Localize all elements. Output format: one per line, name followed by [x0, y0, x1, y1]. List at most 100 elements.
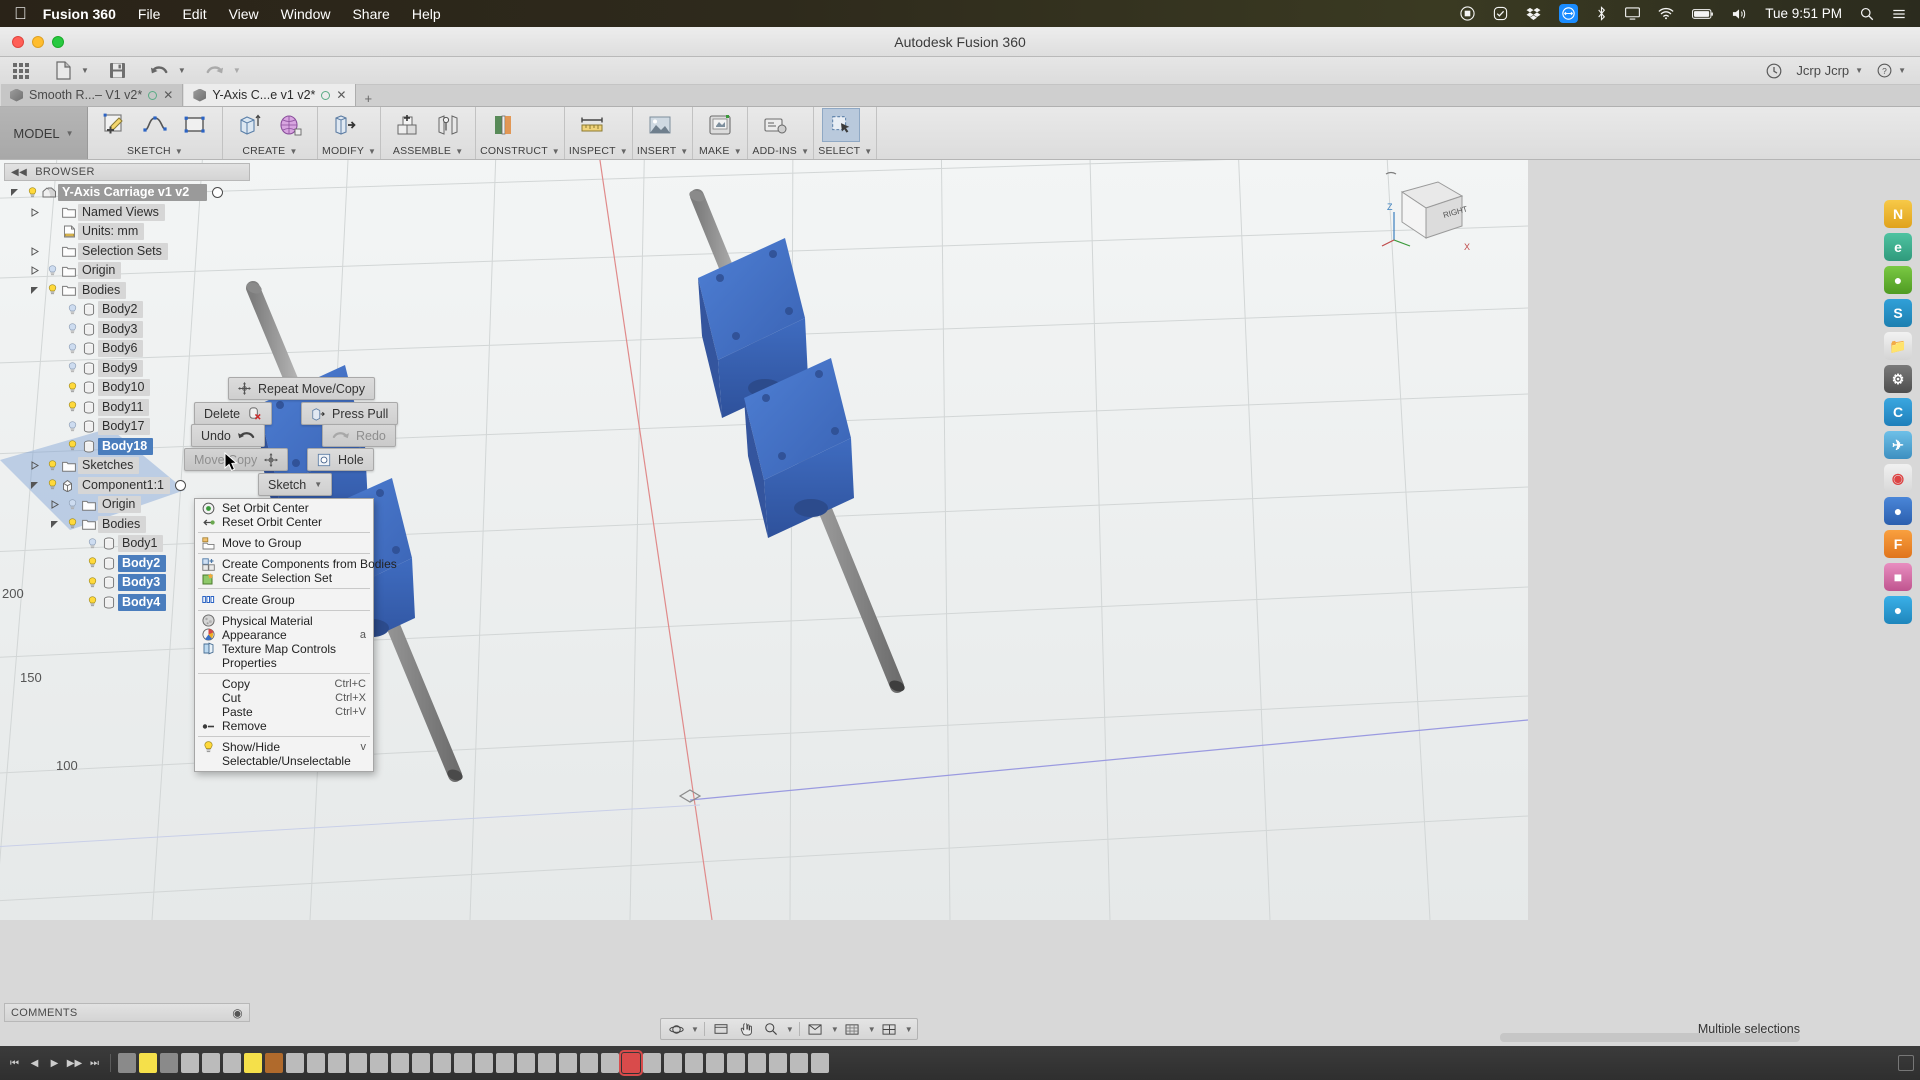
- timeline-feature[interactable]: [580, 1053, 598, 1073]
- go-start-icon[interactable]: ⏮: [6, 1053, 23, 1073]
- browser-tree-item[interactable]: Body2: [4, 300, 254, 320]
- select-icon[interactable]: [822, 108, 860, 142]
- visibility-bulb-icon[interactable]: [84, 557, 100, 569]
- chevron-right-icon[interactable]: [50, 500, 64, 509]
- document-tab-smooth-r[interactable]: Smooth R...– V1 v2* ✕: [0, 84, 183, 106]
- dock-app-files-icon[interactable]: 📁: [1884, 332, 1912, 360]
- context-menu-item[interactable]: Reset Orbit Center: [195, 515, 373, 529]
- timeline-feature[interactable]: [391, 1053, 409, 1073]
- help-menu[interactable]: ? ▼: [1877, 63, 1906, 78]
- control-center-icon[interactable]: [1892, 7, 1906, 21]
- context-menu-item[interactable]: Properties: [195, 656, 373, 670]
- browser-tree-item[interactable]: Body6: [4, 339, 254, 359]
- visibility-bulb-icon[interactable]: [84, 538, 100, 550]
- context-menu-item[interactable]: Show/Hidev: [195, 740, 373, 754]
- timeline-feature[interactable]: [349, 1053, 367, 1073]
- ribbon-group-label[interactable]: MAKE ▼: [697, 145, 743, 159]
- menu-window[interactable]: Window: [281, 6, 331, 22]
- visibility-bulb-icon[interactable]: [64, 518, 80, 530]
- apple-menu-icon[interactable]: : [14, 5, 27, 22]
- browser-tree-item[interactable]: Selection Sets: [4, 242, 254, 262]
- timeline-feature[interactable]: [412, 1053, 430, 1073]
- dock-app-evernote-icon[interactable]: e: [1884, 233, 1912, 261]
- checkmark-icon[interactable]: [1493, 6, 1508, 21]
- browser-tree-item[interactable]: Component1:1: [4, 476, 254, 496]
- browser-tree-item[interactable]: Bodies: [4, 281, 254, 301]
- display-chevron-down-icon[interactable]: ▼: [831, 1025, 839, 1034]
- timeline-feature[interactable]: [706, 1053, 724, 1073]
- visibility-bulb-icon[interactable]: [44, 265, 60, 277]
- visibility-bulb-icon[interactable]: [24, 187, 40, 199]
- menu-share[interactable]: Share: [352, 6, 389, 22]
- activate-component-radio[interactable]: [175, 480, 186, 491]
- timeline-feature[interactable]: [202, 1053, 220, 1073]
- dock-app-chrome-icon[interactable]: ◉: [1884, 464, 1912, 492]
- chevron-right-icon[interactable]: [30, 208, 44, 217]
- marking-menu-press-pull[interactable]: Press Pull: [301, 402, 398, 425]
- teamviewer-icon[interactable]: [1559, 4, 1578, 23]
- history-icon[interactable]: [1766, 63, 1782, 79]
- timeline-feature[interactable]: [181, 1053, 199, 1073]
- orbit-chevron-down-icon[interactable]: ▼: [691, 1025, 699, 1034]
- menu-view[interactable]: View: [229, 6, 259, 22]
- context-menu-item[interactable]: Create Selection Set: [195, 571, 373, 585]
- viewports-icon[interactable]: [879, 1020, 901, 1038]
- timeline-feature[interactable]: [118, 1053, 136, 1073]
- dock-app-settings-icon[interactable]: ⚙: [1884, 365, 1912, 393]
- scripts-icon[interactable]: [756, 108, 794, 142]
- visibility-bulb-icon[interactable]: [64, 499, 80, 511]
- bluetooth-icon[interactable]: [1596, 6, 1607, 21]
- record-icon[interactable]: [1460, 6, 1475, 21]
- timeline-feature[interactable]: [454, 1053, 472, 1073]
- comments-panel-header[interactable]: COMMENTS ◉: [4, 1003, 250, 1022]
- marking-menu-undo[interactable]: Undo: [191, 424, 265, 447]
- look-at-icon[interactable]: [710, 1020, 732, 1038]
- timeline-feature[interactable]: [496, 1053, 514, 1073]
- visibility-bulb-icon[interactable]: [44, 479, 60, 491]
- display-settings-icon[interactable]: [805, 1020, 827, 1038]
- timeline-feature[interactable]: [643, 1053, 661, 1073]
- timeline-feature[interactable]: [727, 1053, 745, 1073]
- dropbox-icon[interactable]: [1526, 7, 1541, 21]
- step-forward-icon[interactable]: ▶▶: [66, 1053, 83, 1073]
- user-account-menu[interactable]: Jcrp Jcrp ▼: [1796, 63, 1863, 78]
- document-tab-y-axis-carriage[interactable]: Y-Axis C...e v1 v2* ✕: [183, 84, 356, 106]
- new-component-icon[interactable]: [389, 108, 427, 142]
- timeline-feature[interactable]: [517, 1053, 535, 1073]
- timeline-feature[interactable]: [538, 1053, 556, 1073]
- horizontal-scrollbar[interactable]: [1500, 1033, 1800, 1042]
- offset-plane-icon[interactable]: [484, 108, 522, 142]
- visibility-bulb-icon[interactable]: [64, 440, 80, 452]
- visibility-bulb-icon[interactable]: [64, 382, 80, 394]
- browser-tree-item[interactable]: Body3: [4, 320, 254, 340]
- go-end-icon[interactable]: ⏭: [86, 1053, 103, 1073]
- timeline-feature[interactable]: [433, 1053, 451, 1073]
- chevron-down-icon[interactable]: [10, 188, 24, 197]
- measure-icon[interactable]: [573, 108, 611, 142]
- dock-app-chrome-blue-icon[interactable]: C: [1884, 398, 1912, 426]
- visibility-bulb-icon[interactable]: [84, 596, 100, 608]
- battery-icon[interactable]: [1692, 8, 1714, 20]
- save-icon[interactable]: [105, 59, 131, 83]
- menu-help[interactable]: Help: [412, 6, 441, 22]
- timeline-feature[interactable]: [664, 1053, 682, 1073]
- context-menu-item[interactable]: Create Components from Bodies: [195, 557, 373, 571]
- undo-chevron-down-icon[interactable]: ▼: [178, 66, 186, 75]
- chevron-right-icon[interactable]: [30, 247, 44, 256]
- marking-menu-hole[interactable]: Hole: [307, 448, 374, 471]
- context-menu-item[interactable]: Set Orbit Center: [195, 501, 373, 515]
- dock-app-blue-icon[interactable]: ●: [1884, 497, 1912, 525]
- context-menu-item[interactable]: Remove: [195, 719, 373, 733]
- close-tab-icon[interactable]: ✕: [336, 88, 346, 102]
- visibility-bulb-icon[interactable]: [64, 362, 80, 374]
- timeline-feature[interactable]: [370, 1053, 388, 1073]
- timeline-settings-icon[interactable]: [1898, 1055, 1914, 1071]
- timeline-feature[interactable]: [685, 1053, 703, 1073]
- revolve-icon[interactable]: [271, 108, 309, 142]
- dock-app-pink-icon[interactable]: ■: [1884, 563, 1912, 591]
- pan-icon[interactable]: [735, 1020, 757, 1038]
- ribbon-group-label[interactable]: CREATE ▼: [227, 145, 313, 159]
- timeline-feature[interactable]: [223, 1053, 241, 1073]
- new-file-chevron-down-icon[interactable]: ▼: [81, 66, 89, 75]
- timeline-feature[interactable]: [160, 1053, 178, 1073]
